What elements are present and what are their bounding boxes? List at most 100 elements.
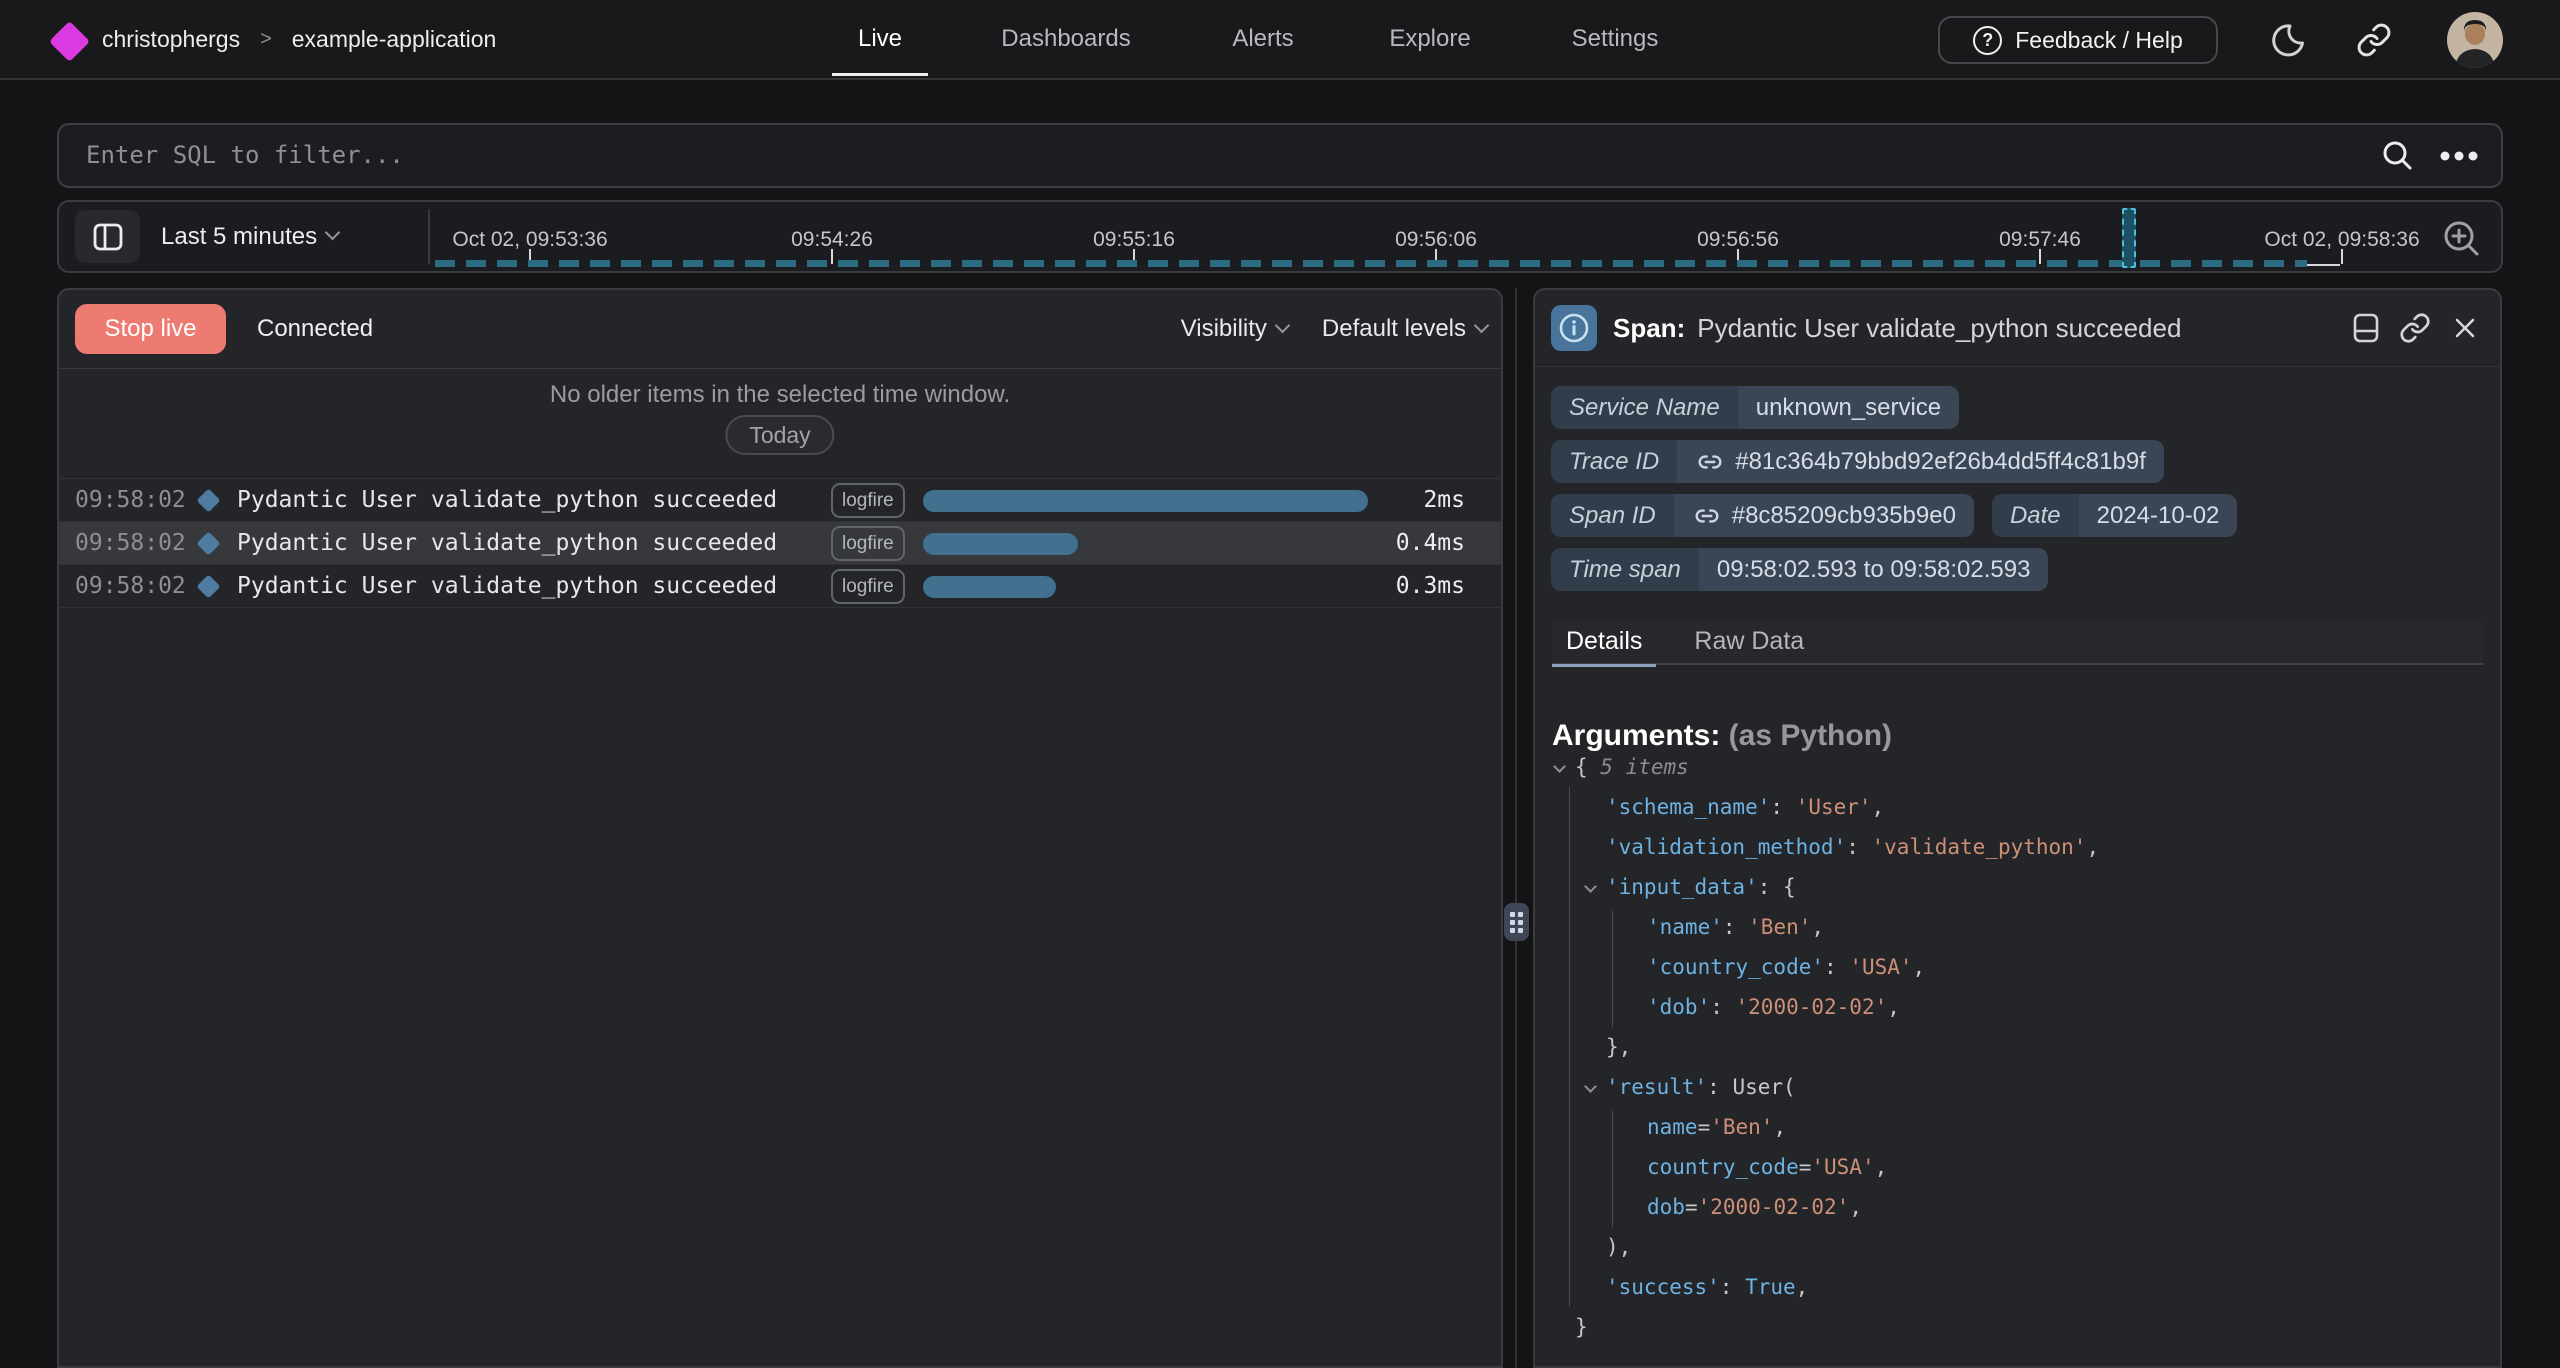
default-levels-dropdown[interactable]: Default levels [1322,315,1487,343]
log-row[interactable]: 09:58:02 Pydantic User validate_python su… [59,479,1501,522]
connection-status: Connected [257,315,373,343]
log-timestamp: 09:58:02 [75,530,200,556]
log-timestamp: 09:58:02 [75,573,200,599]
dock-panel-icon[interactable] [2352,312,2380,344]
code-line: country_code='USA', [1551,1147,2490,1187]
log-row[interactable]: 09:58:02 Pydantic User validate_python su… [59,522,1501,565]
breadcrumb-project[interactable]: example-application [292,26,497,53]
span-diamond-icon [196,531,220,555]
badge-date: Date2024-10-02 [1992,494,2237,537]
today-pill[interactable]: Today [725,415,834,455]
code-line: 'schema_name': 'User', [1551,787,2490,827]
tab-live[interactable]: Live [832,0,928,78]
badge-service-name: Service Nameunknown_service [1551,386,1959,429]
breadcrumb-separator: > [260,28,272,51]
tab-explore[interactable]: Explore [1363,0,1496,78]
time-range-label: Last 5 minutes [161,223,317,251]
chevron-down-icon [325,225,341,241]
empty-message: No older items in the selected time wind… [59,381,1501,409]
panel-splitter[interactable] [1515,288,1517,1368]
breadcrumb-org[interactable]: christophergs [102,26,240,53]
search-icon[interactable] [2379,138,2415,174]
sidebar-panel-icon [92,221,124,253]
duration-label: 2ms [1423,479,1465,522]
badge-label: Trace ID [1551,440,1677,483]
breadcrumb: christophergs > example-application [102,0,496,78]
sql-placeholder: Enter SQL to filter... [86,125,404,186]
timeline-spike [2122,208,2136,268]
time-range-dropdown[interactable]: Last 5 minutes [161,202,338,271]
code-line: 'success': True, [1551,1267,2490,1307]
live-view-header: Stop live Connected Visibility Default l… [59,290,1501,369]
span-diamond-icon [196,574,220,598]
sql-filter-input[interactable]: Enter SQL to filter... [57,123,2503,188]
dark-mode-icon[interactable] [2268,22,2306,60]
live-view-panel: Stop live Connected Visibility Default l… [57,288,1503,1368]
code-line: 'validation_method': 'validate_python', [1551,827,2490,867]
trace-link-icon [1692,503,1722,529]
empty-window-notice: No older items in the selected time wind… [59,369,1501,479]
badge-label: Span ID [1551,494,1674,537]
tab-dashboards[interactable]: Dashboards [975,0,1156,78]
duration-bar [923,490,1368,512]
badge-label: Date [1992,494,2079,537]
logfire-tag: logfire [831,483,905,518]
code-line: dob='2000-02-02', [1551,1187,2490,1227]
chevron-down-icon [1275,317,1291,333]
code-line: 'name': 'Ben', [1551,907,2490,947]
feedback-help-label: Feedback / Help [2015,27,2182,54]
tab-alerts[interactable]: Alerts [1206,0,1319,78]
badge-span-id[interactable]: Span ID#8c85209cb935b9e0 [1551,494,1974,537]
collapse-chevron-icon[interactable] [1553,760,1566,773]
stop-live-button[interactable]: Stop live [75,304,226,354]
duration-bar [923,576,1056,598]
code-line: 'result': User( [1551,1067,2490,1107]
detail-tabs: Details Raw Data [1552,620,2483,665]
tab-raw-data[interactable]: Raw Data [1680,620,1818,665]
badge-value: unknown_service [1738,386,1959,429]
log-row[interactable]: 09:58:02 Pydantic User validate_python su… [59,565,1501,608]
badge-time-span: Time span09:58:02.593 to 09:58:02.593 [1551,548,2048,591]
duration-label: 0.4ms [1396,522,1465,565]
log-message: Pydantic User validate_python succeeded [237,573,777,599]
top-nav: christophergs > example-application Live… [0,0,2560,80]
duration-label: 0.3ms [1396,565,1465,608]
timeline-histogram [435,260,2307,267]
copy-link-icon[interactable] [2399,312,2431,344]
tab-details[interactable]: Details [1552,620,1656,665]
span-title: Pydantic User validate_python succeeded [1697,313,2181,344]
log-timestamp: 09:58:02 [75,487,200,513]
duration-bar [923,533,1078,555]
badge-value: #81c364b79bbd92ef26b4dd5ff4c81b9f [1677,440,2164,483]
log-message: Pydantic User validate_python succeeded [237,487,777,513]
badge-value: 2024-10-02 [2079,494,2238,537]
log-message: Pydantic User validate_python succeeded [237,530,777,556]
badge-trace-id[interactable]: Trace ID#81c364b79bbd92ef26b4dd5ff4c81b9… [1551,440,2164,483]
visibility-dropdown[interactable]: Visibility [1181,315,1288,343]
code-line: 'country_code': 'USA', [1551,947,2490,987]
logfire-tag: logfire [831,569,905,604]
question-icon: ? [1973,26,2002,55]
tab-settings[interactable]: Settings [1546,0,1685,78]
code-line: 'input_data': { [1551,867,2490,907]
share-link-icon[interactable] [2356,22,2394,60]
timeline-bar: Last 5 minutes Oct 02, 09:53:3609:54:260… [57,200,2503,273]
feedback-help-button[interactable]: ? Feedback / Help [1938,16,2218,64]
badge-value: 09:58:02.593 to 09:58:02.593 [1699,548,2049,591]
close-icon[interactable] [2450,313,2480,343]
span-label: Span: [1613,313,1685,344]
log-rows: 09:58:02 Pydantic User validate_python su… [59,479,1501,608]
sidebar-toggle-button[interactable] [75,210,140,263]
code-line: { 5 items [1551,747,2490,787]
more-options-icon[interactable] [2439,150,2479,162]
span-badges: Service Nameunknown_service Trace ID#81c3… [1535,367,2500,591]
zoom-in-icon[interactable] [2441,218,2483,260]
splitter-grip[interactable] [1504,903,1529,941]
span-detail-panel: Span: Pydantic User validate_python succ… [1533,288,2502,1368]
avatar[interactable] [2447,12,2503,68]
code-line: 'dob': '2000-02-02', [1551,987,2490,1027]
collapse-chevron-icon[interactable] [1584,1080,1597,1093]
logfire-logo-icon[interactable] [49,21,90,62]
trace-link-icon [1695,449,1725,475]
collapse-chevron-icon[interactable] [1584,880,1597,893]
